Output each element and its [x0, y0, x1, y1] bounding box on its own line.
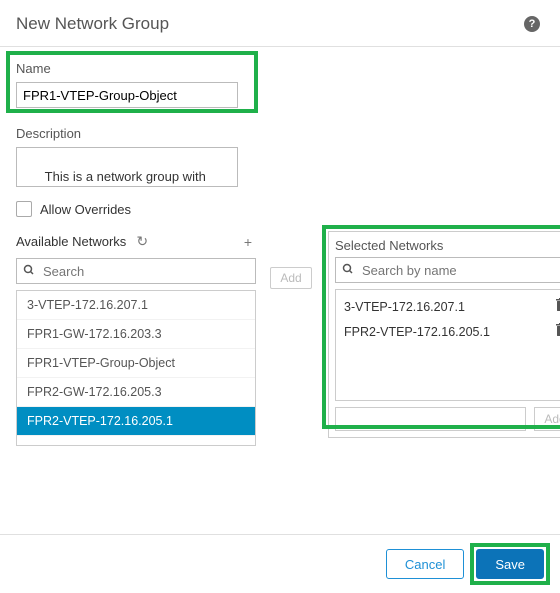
selected-search-input[interactable] [360, 262, 560, 279]
available-item[interactable]: FPR2-GW-172.16.205.3 [17, 378, 255, 407]
selected-item-label: FPR2-VTEP-172.16.205.1 [344, 325, 490, 339]
allow-overrides-row[interactable]: Allow Overrides [16, 201, 544, 217]
add-network-icon[interactable]: + [240, 232, 256, 252]
description-input[interactable]: This is a network group with VTEP group … [16, 147, 238, 187]
available-search[interactable] [16, 258, 256, 284]
selected-add-button[interactable]: Add [534, 407, 560, 431]
allow-overrides-label: Allow Overrides [40, 202, 131, 217]
allow-overrides-checkbox[interactable] [16, 201, 32, 217]
cancel-button[interactable]: Cancel [386, 549, 464, 579]
available-item[interactable]: FPR2-VTEP-172.16.205.1 [17, 407, 255, 436]
selected-item: 3-VTEP-172.16.207.1 [336, 294, 560, 319]
available-item[interactable]: FPR1-VTEP-Group-Object [17, 349, 255, 378]
dialog-header: New Network Group ? [0, 0, 560, 47]
save-button[interactable]: Save [476, 549, 544, 579]
dialog-title: New Network Group [16, 14, 169, 34]
search-icon [23, 264, 35, 279]
refresh-icon[interactable]: ↻ [132, 231, 152, 252]
add-button[interactable]: Add [270, 267, 312, 289]
help-icon[interactable]: ? [524, 16, 540, 32]
selected-item-label: 3-VTEP-172.16.207.1 [344, 300, 465, 314]
available-item[interactable]: FPR1-GW-172.16.203.3 [17, 320, 255, 349]
description-text-line1: This is a network group with [45, 169, 206, 184]
name-input[interactable] [16, 82, 238, 108]
selected-list: 3-VTEP-172.16.207.1 FPR2-VTEP-172.16.205.… [335, 289, 560, 401]
selected-add-input[interactable] [335, 407, 526, 431]
available-item[interactable]: FTD1-GW1-172.16.203.2 [17, 436, 255, 446]
available-networks-header: Available Networks [16, 234, 126, 249]
available-search-input[interactable] [41, 263, 249, 280]
available-list: 3-VTEP-172.16.207.1FPR1-GW-172.16.203.3F… [16, 290, 256, 446]
selected-networks-header: Selected Networks [335, 238, 560, 253]
search-icon [342, 263, 354, 278]
name-label: Name [16, 61, 544, 76]
selected-search[interactable] [335, 257, 560, 283]
selected-item: FPR2-VTEP-172.16.205.1 [336, 319, 560, 344]
dialog-footer: Cancel Save [0, 534, 560, 593]
trash-icon[interactable] [555, 298, 560, 315]
description-label: Description [16, 126, 544, 141]
available-item[interactable]: 3-VTEP-172.16.207.1 [17, 291, 255, 320]
trash-icon[interactable] [555, 323, 560, 340]
